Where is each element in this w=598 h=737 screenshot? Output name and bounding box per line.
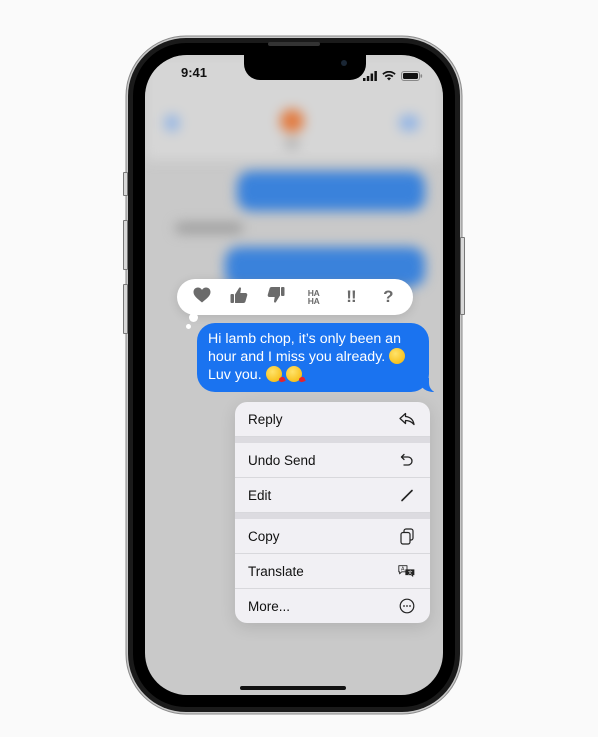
pencil-icon: [398, 486, 416, 504]
haha-bottom: HA: [307, 296, 320, 306]
message-line-2: hour and I miss you already.: [208, 349, 386, 365]
power-button: [460, 237, 465, 315]
reaction-emphasize[interactable]: !!: [337, 283, 365, 311]
back-button-blurred: [165, 115, 179, 131]
message-line-2-wrap: hour and I miss you already.: [208, 348, 418, 366]
copy-icon: [398, 527, 416, 545]
reply-icon: [398, 410, 416, 428]
wifi-icon: [382, 68, 396, 86]
front-camera: [341, 60, 347, 66]
contact-avatar-blurred: [280, 109, 304, 133]
reaction-thumbs-up[interactable]: [225, 283, 253, 311]
double-exclamation-icon: !!: [346, 287, 356, 306]
message-line-3-wrap: Luv you.: [208, 366, 418, 384]
speaker-grille: [268, 42, 320, 46]
iphone-frame: 9:41 HA HA !! ? Hi lamb chop, it’s only …: [123, 38, 465, 712]
message-line-1: Hi lamb chop, it’s only been an: [208, 331, 401, 347]
notch: [244, 55, 366, 80]
menu-item-more[interactable]: More...: [235, 589, 430, 623]
menu-item-edit[interactable]: Edit: [235, 478, 430, 513]
sent-message-blurred-1: [237, 171, 425, 211]
timestamp-blurred: [175, 223, 243, 233]
kissing-face-emoji: [265, 366, 282, 382]
reaction-haha[interactable]: HA HA: [300, 283, 328, 311]
translate-icon: A文: [398, 562, 416, 580]
contact-name-blurred: [285, 141, 299, 147]
volume-down-button: [123, 284, 128, 334]
tapback-tail-small: [186, 324, 191, 329]
screen: 9:41 HA HA !! ? Hi lamb chop, it’s only …: [145, 55, 443, 695]
undo-icon: [398, 451, 416, 469]
reaction-heart[interactable]: [188, 283, 216, 311]
cellular-signal-icon: [363, 68, 377, 86]
menu-label: Reply: [248, 411, 283, 427]
svg-text:文: 文: [408, 569, 413, 576]
tapback-tail: [189, 313, 198, 322]
status-icons: [363, 68, 423, 86]
volume-up-button: [123, 220, 128, 270]
menu-item-translate[interactable]: Translate A文: [235, 554, 430, 589]
message-line-3: Luv you.: [208, 367, 262, 383]
message-bubble[interactable]: Hi lamb chop, it’s only been an hour and…: [197, 323, 441, 393]
context-menu: Reply Undo Send Edit Copy Translate A 文 …: [235, 402, 430, 623]
video-button-blurred: [399, 115, 419, 131]
menu-item-copy[interactable]: Copy: [235, 519, 430, 554]
question-mark-icon: ?: [383, 287, 394, 306]
menu-label: Translate: [248, 563, 304, 579]
menu-label: Copy: [248, 528, 280, 544]
menu-item-undo-send[interactable]: Undo Send: [235, 443, 430, 478]
tapback-bar: HA HA !! ?: [177, 279, 413, 315]
kissing-face-emoji: [285, 366, 302, 382]
menu-label: More...: [248, 598, 291, 614]
heart-icon: [193, 287, 211, 308]
status-time: 9:41: [181, 65, 208, 80]
reaction-question[interactable]: ?: [374, 283, 402, 311]
home-indicator[interactable]: [240, 686, 346, 690]
silent-switch: [123, 172, 128, 196]
battery-icon: [401, 68, 423, 86]
thumbs-down-icon: [267, 286, 285, 309]
menu-label: Edit: [248, 487, 272, 503]
more-icon: [398, 597, 416, 615]
menu-item-reply[interactable]: Reply: [235, 402, 430, 437]
menu-label: Undo Send: [248, 452, 316, 468]
slightly-frowning-face-emoji: [389, 348, 406, 364]
svg-text:A: A: [401, 567, 405, 573]
thumbs-up-icon: [230, 286, 248, 309]
reaction-thumbs-down[interactable]: [262, 283, 290, 311]
haha-icon: HA HA: [307, 289, 320, 306]
